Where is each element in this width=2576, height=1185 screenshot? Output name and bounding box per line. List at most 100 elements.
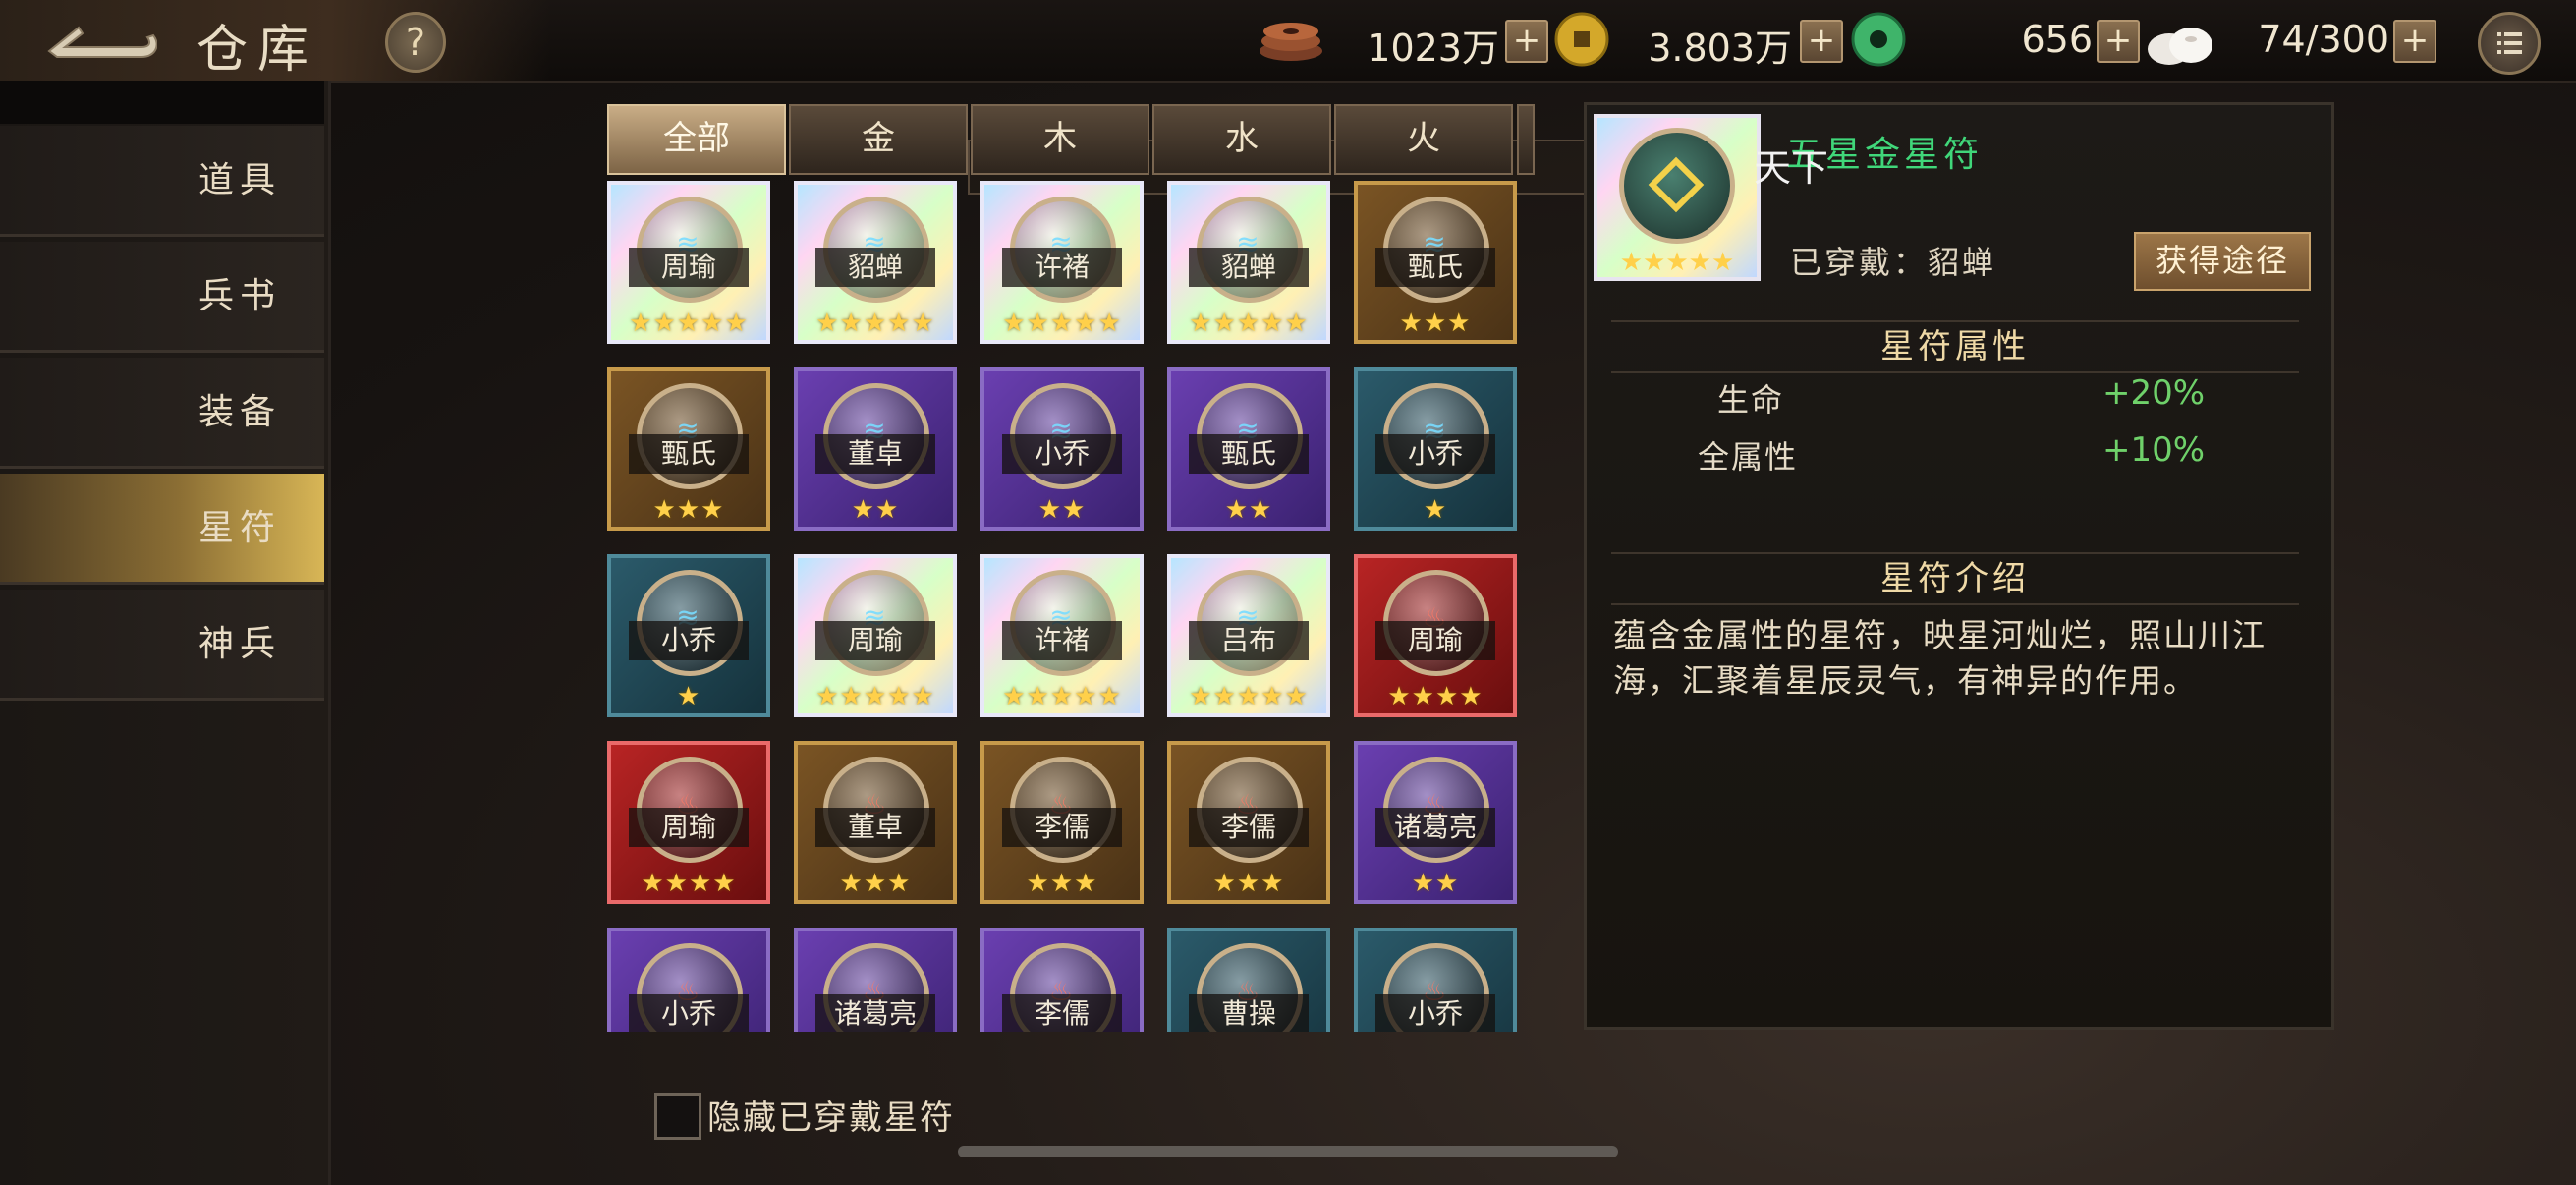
- talisman-cell[interactable]: ≋ 小乔 ★★: [980, 367, 1144, 531]
- hide-worn-label: 隐藏已穿戴星符: [707, 1099, 955, 1138]
- add-jade-button[interactable]: +: [2097, 20, 2140, 63]
- talisman-stars: ★★★★: [1387, 682, 1484, 711]
- talisman-hero-name: 小乔: [1002, 434, 1122, 474]
- talisman-hero-name: 李儒: [1002, 808, 1122, 847]
- talisman-hero-name: 许褚: [1002, 248, 1122, 287]
- sidebar-item-divine-weapon[interactable]: 神兵: [0, 590, 324, 701]
- attribute-value: +20%: [2102, 373, 2206, 413]
- talisman-cell[interactable]: ♨ 诸葛亮 ★★: [1354, 741, 1517, 904]
- talisman-stars: ★★★: [652, 495, 725, 525]
- talisman-stars: ★★★: [1399, 309, 1472, 338]
- talisman-cell[interactable]: ≋ 许褚 ★★★★★: [980, 554, 1144, 717]
- talisman-cell[interactable]: ≋ 董卓 ★★: [794, 367, 957, 531]
- talisman-cell[interactable]: ♨ 诸葛亮: [794, 928, 957, 1032]
- back-arrow-icon[interactable]: [39, 14, 158, 67]
- sidebar-item-label: 兵书: [197, 276, 281, 316]
- talisman-cell[interactable]: ≋ 甄氏 ★★★: [607, 367, 770, 531]
- talisman-cell[interactable]: ♨ 周瑜 ★★★★: [1354, 554, 1517, 717]
- stamina-amount: 74/300: [2258, 18, 2389, 61]
- talisman-cell[interactable]: ♨ 李儒 ★★★: [1167, 741, 1330, 904]
- talisman-hero-name: 许褚: [1002, 621, 1122, 660]
- talisman-cell[interactable]: ≋ 周瑜 ★★★★★: [607, 181, 770, 344]
- talisman-stars: ★★★★: [641, 869, 737, 898]
- talisman-stars: ★★★★★: [815, 682, 935, 711]
- steamed-bun-icon: [2146, 18, 2216, 67]
- sidebar-item-label: 道具: [197, 160, 281, 200]
- talisman-stars: ★★★★★: [1002, 682, 1122, 711]
- talisman-stars: ★★★: [1212, 869, 1285, 898]
- talisman-hero-name: 甄氏: [1189, 434, 1309, 474]
- talisman-cell[interactable]: ♨ 小乔: [607, 928, 770, 1032]
- talisman-cell[interactable]: ♨ 小乔: [1354, 928, 1517, 1032]
- sidebar-item-equipment[interactable]: 装备: [0, 358, 324, 469]
- talisman-hero-name: 周瑜: [629, 248, 749, 287]
- talisman-cell[interactable]: ≋ 甄氏 ★★★: [1354, 181, 1517, 344]
- hide-worn-checkbox[interactable]: [654, 1093, 701, 1140]
- talisman-cell[interactable]: ≋ 小乔 ★: [1354, 367, 1517, 531]
- talisman-hero-name: 吕布: [1189, 621, 1309, 660]
- talisman-cell[interactable]: ≋ 周瑜 ★★★★★: [794, 554, 957, 717]
- horizontal-scrollbar[interactable]: [958, 1146, 1618, 1157]
- talisman-cell[interactable]: ≋ 许褚 ★★★★★: [980, 181, 1144, 344]
- add-copper-button[interactable]: +: [1505, 20, 1548, 63]
- talisman-cell[interactable]: ≋ 小乔 ★: [607, 554, 770, 717]
- talisman-cell[interactable]: ♨ 李儒: [980, 928, 1144, 1032]
- talisman-grid: ≋ 周瑜 ★★★★★ ≋ 貂蝉 ★★★★★ ≋ 许褚 ★★★★★ ≋ 貂蝉 ★★★★★ ≋ 甄氏 ★★★ ≋ 甄…: [601, 177, 1533, 1032]
- tab-metal[interactable]: 金: [789, 104, 968, 175]
- talisman-hero-name: 李儒: [1189, 808, 1309, 847]
- talisman-stars: ★★★★★: [629, 309, 749, 338]
- tab-wood[interactable]: 木: [971, 104, 1149, 175]
- talisman-hero-name: 小乔: [1375, 434, 1495, 474]
- talisman-cell[interactable]: ♨ 李儒 ★★★: [980, 741, 1144, 904]
- talisman-hero-name: 甄氏: [629, 434, 749, 474]
- talisman-hero-name: 李儒: [1002, 994, 1122, 1032]
- talisman-hero-name: 诸葛亮: [815, 994, 935, 1032]
- talisman-cell[interactable]: ♨ 董卓 ★★★: [794, 741, 957, 904]
- tab-more-edge: [1517, 104, 1535, 175]
- talisman-hero-name: 小乔: [629, 621, 749, 660]
- talisman-stars: ★★★: [839, 869, 912, 898]
- sidebar-item-label: 星符: [197, 508, 281, 548]
- tab-fire[interactable]: 火: [1334, 104, 1513, 175]
- talisman-stars: ★★★★★: [1619, 248, 1735, 277]
- talisman-hero-name: 诸葛亮: [1375, 808, 1495, 847]
- talisman-cell[interactable]: ≋ 甄氏 ★★: [1167, 367, 1330, 531]
- selected-talisman-icon: ★★★★★: [1594, 114, 1761, 281]
- talisman-stars: ★★: [851, 495, 900, 525]
- add-stamina-button[interactable]: +: [2393, 20, 2436, 63]
- tab-water[interactable]: 水: [1152, 104, 1331, 175]
- talisman-cell[interactable]: ≋ 貂蝉 ★★★★★: [1167, 181, 1330, 344]
- talisman-cell[interactable]: ♨ 周瑜 ★★★★: [607, 741, 770, 904]
- talisman-cell[interactable]: ≋ 貂蝉 ★★★★★: [794, 181, 957, 344]
- jade-icon: [1851, 12, 1906, 67]
- tab-all[interactable]: 全部: [607, 104, 786, 175]
- talisman-hero-name: 貂蝉: [1189, 248, 1309, 287]
- talisman-stars: ★★: [1037, 495, 1087, 525]
- talisman-hero-name: 貂蝉: [815, 248, 935, 287]
- talisman-hero-name: 小乔: [1375, 994, 1495, 1032]
- menu-list-icon[interactable]: [2478, 12, 2541, 75]
- obtain-source-button[interactable]: 获得途径: [2134, 232, 2311, 291]
- intro-section-header: 星符介绍: [1611, 552, 2299, 605]
- talisman-description: 蕴含金属性的星符，映星河灿烂，照山川江海，汇聚着星辰灵气，有神异的作用。: [1613, 616, 2267, 700]
- attribute-value: +10%: [2102, 430, 2206, 470]
- add-gold-button[interactable]: +: [1800, 20, 1843, 63]
- talisman-stars: ★★★★★: [1189, 309, 1309, 338]
- talisman-stars: ★★: [1411, 869, 1460, 898]
- talisman-cell[interactable]: ♨ 曹操: [1167, 928, 1330, 1032]
- worn-by-label: 已穿戴：貂蝉: [1790, 244, 1997, 281]
- jade-amount: 656: [2021, 18, 2093, 61]
- gold-amount: 3.803万: [1648, 27, 1792, 70]
- attribute-name: 生命: [1717, 381, 1785, 419]
- talisman-hero-name: 周瑜: [815, 621, 935, 660]
- talisman-hero-name: 周瑜: [1375, 621, 1495, 660]
- help-button[interactable]: ?: [385, 12, 446, 73]
- talisman-stars: ★: [1423, 495, 1448, 525]
- sidebar-item-items[interactable]: 道具: [0, 126, 324, 237]
- sidebar-header: [0, 81, 324, 124]
- attribute-name: 全属性: [1698, 438, 1799, 476]
- talisman-stars: ★★★: [1026, 869, 1098, 898]
- sidebar-item-star-talisman[interactable]: 星符: [0, 474, 324, 585]
- sidebar-item-books[interactable]: 兵书: [0, 242, 324, 353]
- talisman-cell[interactable]: ≋ 吕布 ★★★★★: [1167, 554, 1330, 717]
